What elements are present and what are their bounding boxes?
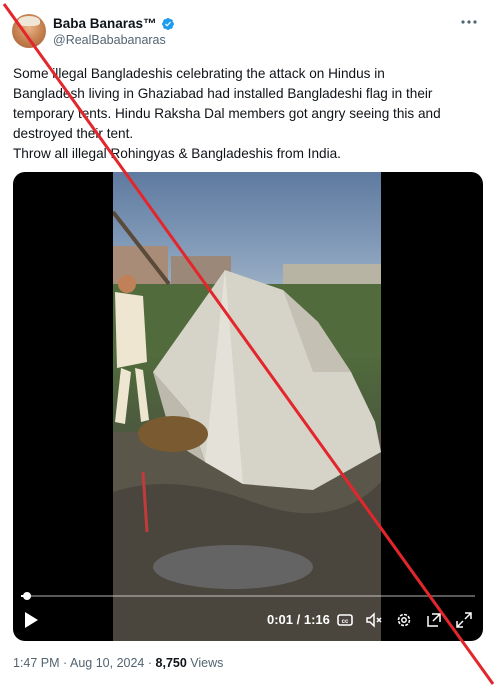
author-display-name[interactable]: Baba Banaras™ bbox=[53, 16, 157, 31]
tweet-time[interactable]: 1:47 PM bbox=[13, 656, 60, 670]
tweet-line: temporary tents. Hindu Raksha Dal member… bbox=[13, 106, 441, 121]
play-icon[interactable] bbox=[23, 611, 39, 629]
author-name-row: Baba Banaras™ bbox=[53, 16, 175, 31]
closed-captions-icon[interactable]: cc bbox=[336, 611, 354, 629]
volume-muted-icon[interactable] bbox=[365, 611, 383, 629]
meta-separator: · bbox=[63, 656, 68, 670]
views-count: 8,750 bbox=[155, 656, 187, 670]
tweet-date[interactable]: Aug 10, 2024 bbox=[70, 656, 144, 670]
tweet-text: Some illegal Bangladeshis celebrating th… bbox=[13, 64, 485, 164]
pop-out-icon[interactable] bbox=[425, 611, 443, 629]
tweet-line: Throw all illegal Rohingyas & Bangladesh… bbox=[13, 146, 341, 161]
video-player[interactable]: 0:01 / 1:16 cc bbox=[13, 172, 483, 641]
views-label: Views bbox=[190, 656, 224, 670]
avatar[interactable] bbox=[12, 14, 46, 48]
fullscreen-icon[interactable] bbox=[455, 611, 473, 629]
tweet-line: destroyed their tent. bbox=[13, 126, 134, 141]
settings-gear-icon[interactable] bbox=[395, 611, 413, 629]
video-time-display: 0:01 / 1:16 bbox=[267, 612, 330, 627]
video-progress-bar[interactable] bbox=[21, 592, 475, 600]
video-controls: 0:01 / 1:16 cc bbox=[13, 589, 483, 641]
video-scene-image bbox=[113, 210, 381, 641]
tweet-meta: 1:47 PM · Aug 10, 2024 · 8,750 Views bbox=[13, 656, 223, 670]
more-options-icon[interactable] bbox=[458, 14, 480, 30]
svg-text:cc: cc bbox=[342, 619, 349, 625]
tweet-line: Some illegal Bangladeshis celebrating th… bbox=[13, 66, 385, 81]
video-progress-knob[interactable] bbox=[22, 592, 31, 600]
author-handle[interactable]: @RealBababanaras bbox=[53, 33, 166, 47]
tweet-line: Bangladesh living in Ghaziabad had insta… bbox=[13, 86, 433, 101]
meta-separator: · bbox=[147, 656, 153, 670]
verified-badge-icon bbox=[161, 17, 174, 30]
